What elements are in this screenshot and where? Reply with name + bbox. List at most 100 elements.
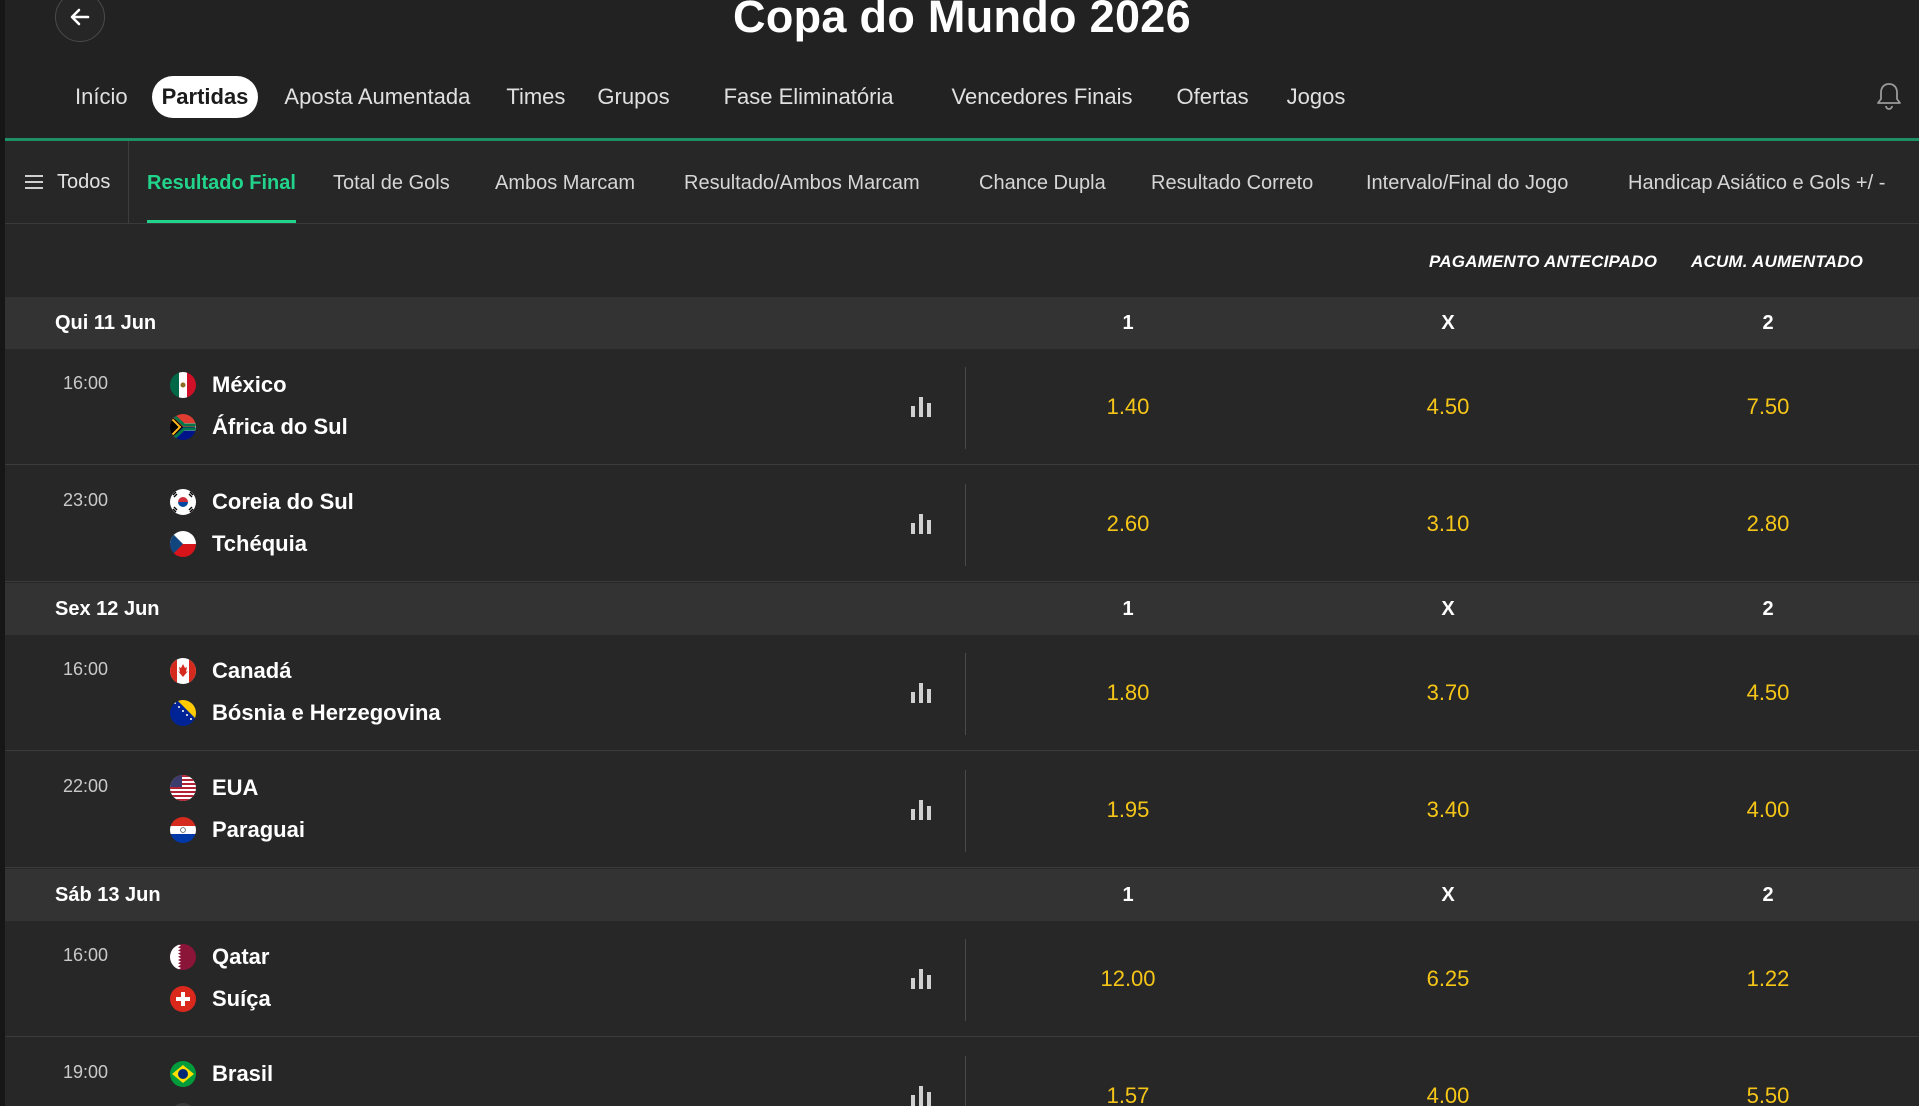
odd-home-button[interactable]: 1.95 (1068, 752, 1188, 868)
match-divider (965, 770, 966, 852)
stats-icon[interactable] (910, 798, 932, 820)
col-away-label: 2 (1762, 598, 1774, 620)
match-time: 19:00 (63, 1062, 109, 1082)
tab-jogos[interactable]: Jogos (1277, 76, 1356, 118)
tab-partidas[interactable]: Partidas (151, 76, 259, 118)
odd-home-button[interactable]: 1.40 (1068, 349, 1188, 465)
flag-canada-icon (170, 658, 196, 684)
away-team-name: Bósnia e Herzegovina (212, 700, 441, 725)
market-tab-ambos-marcam[interactable]: Ambos Marcam (495, 141, 635, 223)
col-home-label: 1 (1122, 884, 1134, 906)
all-markets-button[interactable]: Todos (5, 141, 129, 223)
home-team-name: Canadá (212, 658, 292, 683)
away-team-name: África do Sul (212, 414, 348, 439)
market-tab-handicap-asiatico[interactable]: Handicap Asiático e Gols +/ - (1628, 141, 1885, 223)
tab-inicio[interactable]: Início (65, 76, 138, 118)
stats-icon[interactable] (910, 1084, 932, 1106)
odd-away-button[interactable]: 4.50 (1708, 635, 1828, 751)
odd-away-button[interactable]: 4.00 (1708, 752, 1828, 868)
odd-away-button[interactable]: 1.22 (1708, 921, 1828, 1037)
flag-paraguay-icon (170, 817, 196, 843)
match-row[interactable]: 16:00 Canadá Bósnia e Herzegovina 1.80 3… (5, 635, 1919, 751)
tab-fase-eliminatoria[interactable]: Fase Eliminatória (714, 76, 904, 118)
day-header: Sex 12 Jun 1 X 2 (5, 583, 1919, 635)
odd-away-button[interactable]: 7.50 (1708, 349, 1828, 465)
odd-away-button[interactable]: 5.50 (1708, 1038, 1828, 1106)
match-time: 16:00 (63, 659, 109, 679)
match-row[interactable]: 23:00 Coreia do Sul Tchéquia 2.60 3.10 2… (5, 466, 1919, 582)
tab-grupos[interactable]: Grupos (587, 76, 679, 118)
day-header: Sáb 13 Jun 1 X 2 (5, 869, 1919, 921)
match-divider (965, 1056, 966, 1106)
col-draw-label: X (1441, 312, 1455, 334)
stats-icon[interactable] (910, 681, 932, 703)
away-team: Paraguai (170, 814, 305, 846)
odd-home-button[interactable]: 12.00 (1068, 921, 1188, 1037)
away-team: África do Sul (170, 411, 348, 443)
home-team-name: Brasil (212, 1061, 274, 1086)
main-nav: Início Partidas Aposta Aumentada Times G… (65, 76, 1355, 118)
match-row[interactable]: 16:00 Qatar Suíça 12.00 6.25 1.22 (5, 921, 1919, 1037)
market-tabs: Todos Resultado Final Total de Gols Ambo… (5, 141, 1919, 224)
market-tab-resultado-correto[interactable]: Resultado Correto (1151, 141, 1313, 223)
tab-aposta-aumentada[interactable]: Aposta Aumentada (274, 76, 480, 118)
away-team-name: Tchéquia (212, 531, 307, 556)
home-team: EUA (170, 772, 258, 804)
match-divider (965, 939, 966, 1021)
app-container: Copa do Mundo 2026 Início Partidas Apost… (5, 0, 1919, 1106)
boosted-acca-header: ACUM. AUMENTADO (1691, 252, 1864, 271)
odd-draw-button[interactable]: 3.70 (1388, 635, 1508, 751)
tab-times[interactable]: Times (496, 76, 575, 118)
odd-draw-button[interactable]: 3.10 (1388, 466, 1508, 582)
market-tab-total-de-gols[interactable]: Total de Gols (333, 141, 450, 223)
col-draw-label: X (1441, 884, 1455, 906)
flag-mexico-icon (170, 372, 196, 398)
bell-icon[interactable] (1873, 80, 1905, 112)
home-team-name: Coreia do Sul (212, 489, 354, 514)
odd-away-button[interactable]: 2.80 (1708, 466, 1828, 582)
market-tab-resultado-final[interactable]: Resultado Final (147, 141, 296, 223)
match-row[interactable]: 16:00 México África do Sul 1.40 4.50 7.5… (5, 349, 1919, 465)
col-away-label: 2 (1762, 884, 1774, 906)
market-tab-chance-dupla[interactable]: Chance Dupla (979, 141, 1106, 223)
col-home-label: 1 (1122, 312, 1134, 334)
away-team: Suíça (170, 983, 271, 1015)
flag-bosnia-icon (170, 700, 196, 726)
match-time: 16:00 (63, 373, 109, 393)
menu-icon (25, 175, 43, 189)
flag-qatar-icon (170, 944, 196, 970)
home-team: Qatar (170, 941, 269, 973)
stats-icon[interactable] (910, 395, 932, 417)
match-row[interactable]: 19:00 Brasil 1.57 4.00 5.50 (5, 1038, 1919, 1106)
home-team-name: EUA (212, 775, 259, 800)
match-time: 23:00 (63, 490, 109, 510)
home-team: Brasil (170, 1058, 273, 1090)
col-home-label: 1 (1122, 598, 1134, 620)
match-divider (965, 367, 966, 449)
flag-czechia-icon (170, 531, 196, 557)
match-divider (965, 484, 966, 566)
tab-vencedores-finais[interactable]: Vencedores Finais (942, 76, 1143, 118)
market-tab-resultado-ambos-marcam[interactable]: Resultado/Ambos Marcam (684, 141, 920, 223)
match-time: 22:00 (63, 776, 109, 796)
stats-icon[interactable] (910, 512, 932, 534)
flag-usa-icon (170, 775, 196, 801)
odd-draw-button[interactable]: 4.50 (1388, 349, 1508, 465)
home-team-name: México (212, 372, 287, 397)
market-tab-intervalo-final[interactable]: Intervalo/Final do Jogo (1366, 141, 1568, 223)
odd-home-button[interactable]: 1.57 (1068, 1038, 1188, 1106)
odd-draw-button[interactable]: 6.25 (1388, 921, 1508, 1037)
odd-home-button[interactable]: 1.80 (1068, 635, 1188, 751)
flag-south-africa-icon (170, 414, 196, 440)
away-team-name: Suíça (212, 986, 271, 1011)
match-row[interactable]: 22:00 EUA Paraguai 1.95 3.40 4.00 (5, 752, 1919, 868)
odd-draw-button[interactable]: 3.40 (1388, 752, 1508, 868)
away-team: Bósnia e Herzegovina (170, 697, 441, 729)
home-team-name: Qatar (212, 944, 270, 969)
tab-ofertas[interactable]: Ofertas (1167, 76, 1259, 118)
flag-south-korea-icon (170, 489, 196, 515)
odd-draw-button[interactable]: 4.00 (1388, 1038, 1508, 1106)
match-divider (965, 653, 966, 735)
stats-icon[interactable] (910, 967, 932, 989)
odd-home-button[interactable]: 2.60 (1068, 466, 1188, 582)
